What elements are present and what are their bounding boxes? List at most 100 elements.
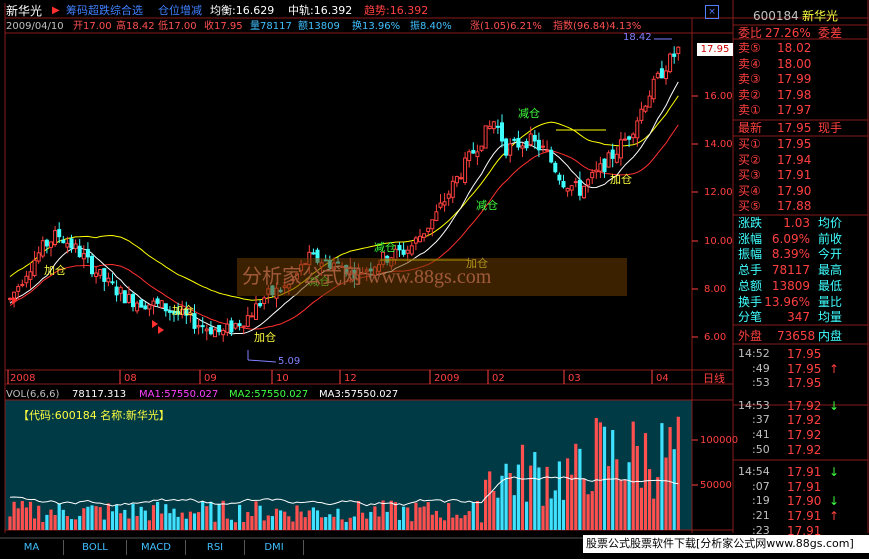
volume-bar <box>344 521 348 530</box>
stat-right-label: 前收 <box>818 231 843 246</box>
tab-boll[interactable]: BOLL <box>64 540 127 555</box>
candle-body <box>487 125 492 129</box>
volume-bar <box>385 511 389 530</box>
candle-body <box>565 187 570 192</box>
volume-bar <box>28 501 33 530</box>
candle-body <box>65 242 70 248</box>
volume-bar <box>447 503 451 530</box>
sell-level-price: 18.00 <box>777 56 812 71</box>
candle-body <box>90 255 94 275</box>
tab-ma[interactable]: MA <box>0 540 64 555</box>
ohlc-volume: 量78117 <box>250 21 292 32</box>
tab-macd[interactable]: MACD <box>127 540 186 555</box>
volume-bar <box>426 502 430 530</box>
candle-body <box>659 68 664 79</box>
ohlc-amplitude: 振8.40% <box>410 21 452 32</box>
candle-body <box>237 323 242 326</box>
volume-bar <box>402 506 406 530</box>
outer-value: 73658 <box>777 329 816 343</box>
tick-time: :21 <box>752 509 770 522</box>
footer-link[interactable]: 股票公式股票软件下载[分析家公式网www.88gs.com] <box>583 535 869 553</box>
tick-time: :37 <box>752 413 770 427</box>
candle-body <box>664 70 668 80</box>
candle-body <box>73 243 78 250</box>
date-tick: 10 <box>276 373 289 384</box>
volume-bar <box>291 521 295 530</box>
candle-body <box>508 143 513 156</box>
candle-body <box>545 149 550 152</box>
sell-level-label: 卖⑤ <box>738 41 761 55</box>
sell-level-price: 18.02 <box>777 41 812 55</box>
volume-bar <box>434 510 438 530</box>
candle-body <box>249 315 254 318</box>
volume-bar <box>254 501 258 530</box>
indicator-triangle-icon[interactable]: ▶ <box>52 5 60 17</box>
stat-label: 涨幅 <box>738 231 763 246</box>
volume-bar <box>33 518 37 530</box>
stat-value: 78117 <box>771 263 810 278</box>
volume-bar <box>611 430 615 530</box>
panel-code: 600184 <box>753 9 799 23</box>
avg-value: 均衡:16.629 <box>210 4 275 17</box>
volume-bar <box>492 490 496 530</box>
vol-value: 78117.313 <box>72 389 127 400</box>
tick-arrow-icon: ↓ <box>829 465 840 480</box>
volume-bar <box>570 474 574 530</box>
volume-bar <box>488 471 492 530</box>
volume-bar <box>209 501 213 530</box>
volume-bar <box>24 507 28 530</box>
stat-right-label: 最低 <box>818 278 843 293</box>
candle-body <box>438 202 443 208</box>
volume-bar <box>250 516 254 530</box>
candle-body <box>143 305 148 310</box>
candle-body <box>262 297 267 304</box>
buy-level-price: 17.94 <box>777 152 812 167</box>
buy-level-price: 17.88 <box>777 199 812 213</box>
candle-body <box>217 324 222 333</box>
candle-body <box>241 325 246 328</box>
candle-body <box>159 300 164 308</box>
close-icon[interactable]: × <box>705 5 719 19</box>
candle-body <box>618 139 623 159</box>
candle-body <box>110 281 115 284</box>
stat-right-label: 均量 <box>818 310 843 325</box>
volume-bar <box>328 514 332 530</box>
volume-bar <box>672 449 676 530</box>
volume-bar <box>258 505 262 530</box>
candle-body <box>651 78 656 100</box>
date-tick: 2008 <box>10 373 36 384</box>
candle-body <box>114 286 119 296</box>
volume-bar <box>361 512 365 530</box>
volume-bar <box>315 510 320 530</box>
volume-bar <box>648 469 652 530</box>
volume-bar <box>381 500 385 530</box>
candle-body <box>44 239 49 247</box>
volume-bar <box>65 516 69 530</box>
tick-time: :41 <box>752 428 770 441</box>
vol-info: 【代码:600184 名称:新华光】 <box>18 409 170 422</box>
period-label[interactable]: 日线 <box>703 373 725 385</box>
candle-body <box>623 138 627 141</box>
volume-bar <box>594 417 598 530</box>
watermark-text: 分析家公式网 www.88gs.com <box>242 266 492 288</box>
candle-body <box>36 252 41 262</box>
stat-label: 总额 <box>738 278 763 293</box>
candle-body <box>401 249 406 255</box>
indicator-title[interactable]: 筹码超跌综合选 <box>66 5 143 17</box>
volume-bar <box>229 519 233 530</box>
tab-dmi[interactable]: DMI <box>245 540 304 555</box>
volume-bar <box>512 495 516 530</box>
volume-bar <box>86 506 90 530</box>
stat-value: 13.96% <box>764 294 810 309</box>
volume-bar <box>615 459 619 530</box>
tab-rsi[interactable]: RSI <box>186 540 245 555</box>
tick-price: 17.91 <box>787 509 822 523</box>
volume-bar <box>262 520 266 530</box>
volume-bar <box>164 504 168 530</box>
tick-time: :07 <box>752 479 770 493</box>
volume-bar <box>602 426 607 530</box>
ohlc-close: 收17.95 <box>204 21 243 32</box>
volume-bar <box>295 505 299 530</box>
tick-arrow-icon: ↑ <box>829 509 840 523</box>
volume-bar <box>16 508 20 530</box>
